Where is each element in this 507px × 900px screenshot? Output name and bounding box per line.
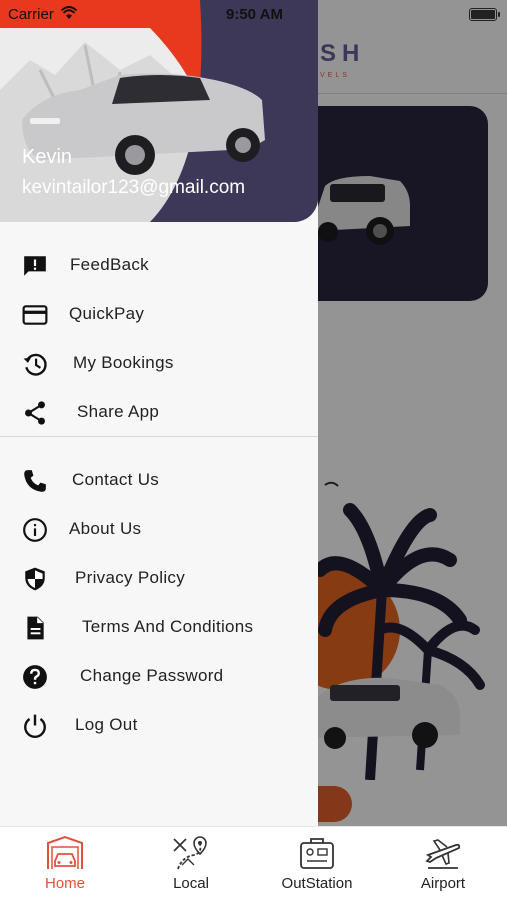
- user-name: Kevin: [22, 146, 73, 168]
- route-pin-icon: [173, 836, 207, 870]
- menu-item-share-app[interactable]: Share App: [0, 390, 318, 434]
- document-icon: [22, 615, 48, 641]
- menu-label: Privacy Policy: [75, 568, 186, 587]
- drawer-header: Kevin kevintailor123@gmail.com: [0, 0, 318, 222]
- share-icon: [22, 400, 48, 426]
- tab-outstation[interactable]: OutStation: [254, 827, 380, 900]
- menu-label: About Us: [69, 519, 142, 538]
- airplane-icon: [425, 839, 461, 869]
- wifi-icon: [61, 6, 77, 19]
- menu-item-log-out[interactable]: Log Out: [0, 703, 318, 747]
- suitcase-icon: [300, 838, 334, 869]
- menu-item-quickpay[interactable]: QuickPay: [0, 292, 318, 336]
- menu-item-feedback[interactable]: FeedBack: [0, 243, 318, 287]
- tab-airport[interactable]: Airport: [380, 827, 506, 900]
- carrier-label: Carrier: [8, 6, 54, 23]
- menu-label: FeedBack: [70, 255, 149, 274]
- tab-local[interactable]: Local: [128, 827, 254, 900]
- menu-item-privacy-policy[interactable]: Privacy Policy: [0, 556, 318, 600]
- phone-icon: [22, 468, 48, 494]
- navigation-drawer: Kevin kevintailor123@gmail.com FeedBack …: [0, 0, 318, 826]
- feedback-icon: [22, 253, 48, 279]
- user-email: kevintailor123@gmail.com: [22, 177, 246, 198]
- menu-item-contact-us[interactable]: Contact Us: [0, 458, 318, 502]
- menu-item-about-us[interactable]: About Us: [0, 507, 318, 551]
- menu-divider: [0, 436, 318, 437]
- menu-label: Contact Us: [72, 470, 160, 489]
- menu-label: Change Password: [80, 666, 224, 685]
- history-icon: [22, 351, 48, 377]
- power-icon: [22, 713, 48, 739]
- info-icon: [22, 517, 48, 543]
- shield-icon: [22, 566, 48, 592]
- menu-label: Terms And Conditions: [82, 617, 254, 636]
- menu-label: Share App: [77, 402, 160, 421]
- bottom-tab-bar: Home Local OutStation Airport: [0, 826, 507, 900]
- tab-label: OutStation: [281, 875, 353, 892]
- menu-item-my-bookings[interactable]: My Bookings: [0, 341, 318, 385]
- menu-label: Log Out: [75, 715, 138, 734]
- battery-icon: [469, 8, 500, 21]
- tab-home[interactable]: Home: [2, 827, 128, 900]
- menu-item-change-password[interactable]: Change Password: [0, 654, 318, 698]
- status-time: 9:50 AM: [226, 6, 283, 23]
- garage-car-icon: [47, 835, 83, 869]
- tab-label: Local: [173, 875, 209, 892]
- menu-item-terms-and-conditions[interactable]: Terms And Conditions: [0, 605, 318, 649]
- tab-label: Airport: [420, 875, 466, 892]
- menu-label: QuickPay: [69, 304, 145, 323]
- credit-card-icon: [22, 302, 48, 328]
- menu-label: My Bookings: [73, 353, 174, 372]
- help-icon: [22, 664, 48, 690]
- status-bar: Carrier 9:50 AM: [0, 0, 507, 28]
- tab-label: Home: [44, 875, 85, 892]
